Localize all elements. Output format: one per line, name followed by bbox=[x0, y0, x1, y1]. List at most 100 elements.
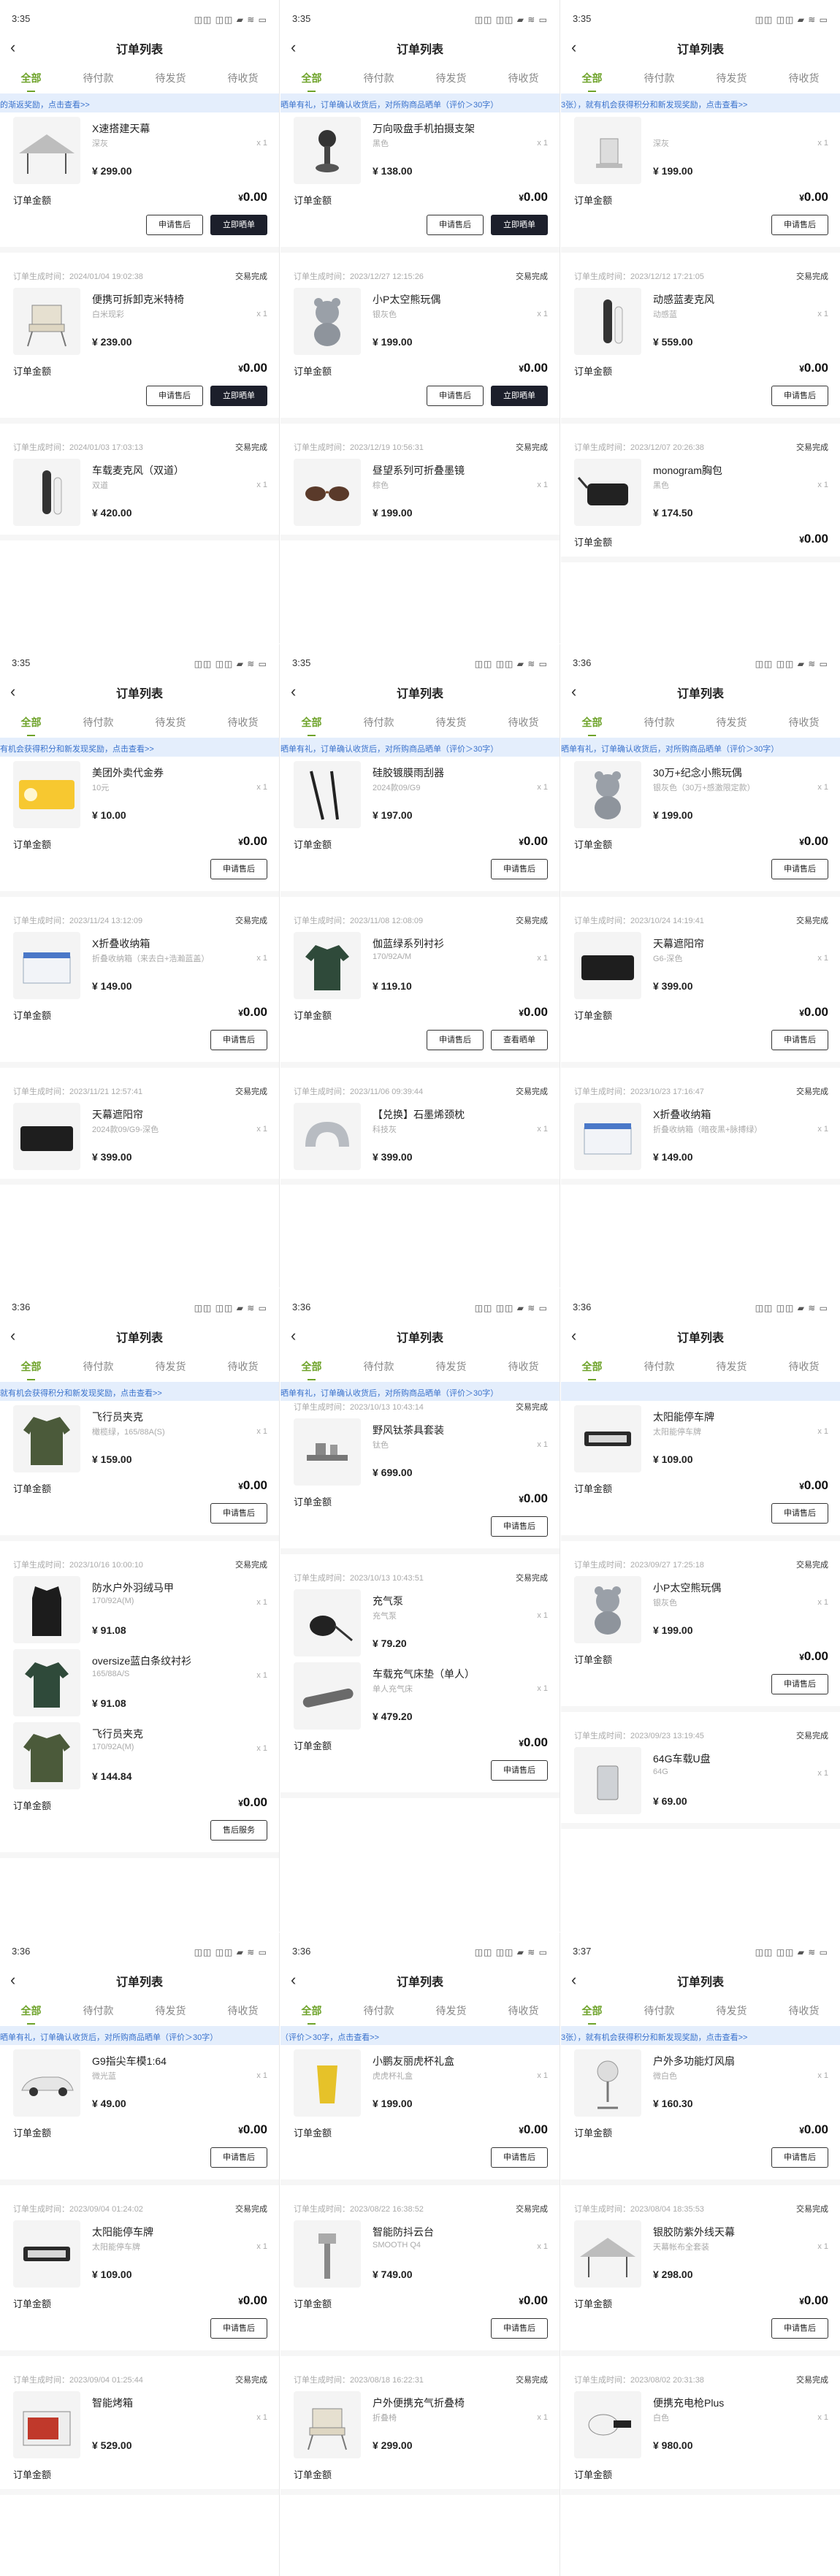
product-image[interactable] bbox=[294, 2049, 361, 2117]
after-sale-button[interactable]: 申请售后 bbox=[210, 2147, 267, 2168]
product-name[interactable]: 太阳能停车牌 bbox=[92, 2225, 153, 2239]
tab-2[interactable]: 待发货 bbox=[436, 708, 467, 736]
product-image[interactable] bbox=[294, 2391, 361, 2458]
tab-2[interactable]: 待发货 bbox=[436, 1353, 467, 1380]
product-name[interactable]: 飞行员夹克 bbox=[92, 1727, 143, 1741]
product-name[interactable]: G9指尖车模1:64 bbox=[92, 2054, 167, 2068]
tab-1[interactable]: 待付款 bbox=[644, 708, 675, 736]
product-name[interactable]: X速搭建天幕 bbox=[92, 121, 150, 136]
after-sale-button[interactable]: 申请售后 bbox=[491, 859, 548, 879]
product-image[interactable] bbox=[574, 117, 641, 184]
product-name[interactable]: 美团外卖代金券 bbox=[92, 765, 164, 780]
product-name[interactable]: 【兑换】石墨烯颈枕 bbox=[373, 1107, 465, 1122]
product-image[interactable] bbox=[13, 932, 80, 999]
tab-3[interactable]: 待收货 bbox=[508, 1353, 539, 1380]
promo-banner[interactable]: 晒单有礼，订单确认收货后，对所购商品晒单（评价＞30字） bbox=[0, 2026, 279, 2045]
tab-3[interactable]: 待收货 bbox=[789, 708, 820, 736]
product-image[interactable] bbox=[13, 1576, 80, 1643]
promo-banner[interactable]: 晒单有礼，订单确认收货后，对所购商品晒单（评价＞30字） bbox=[280, 1382, 560, 1401]
product-name[interactable]: 天幕遮阳帘 bbox=[92, 1107, 143, 1122]
tab-2[interactable]: 待发货 bbox=[717, 64, 747, 92]
after-sale-button[interactable]: 申请售后 bbox=[771, 2318, 828, 2339]
product-image[interactable] bbox=[13, 1649, 80, 1716]
tab-0[interactable]: 全部 bbox=[582, 1997, 603, 2025]
product-name[interactable]: 动感蓝麦克风 bbox=[653, 292, 714, 307]
product-name[interactable]: 智能防抖云台 bbox=[373, 2225, 434, 2239]
product-name[interactable]: 30万+纪念小熊玩偶 bbox=[653, 765, 742, 780]
tab-3[interactable]: 待收货 bbox=[508, 1997, 539, 2025]
product-image[interactable] bbox=[294, 761, 361, 828]
product-name[interactable]: 64G车载U盘 bbox=[653, 1751, 711, 1766]
product-name[interactable]: 伽蓝绿系列衬衫 bbox=[373, 936, 444, 951]
share-order-button[interactable]: 立即晒单 bbox=[210, 386, 267, 406]
promo-banner[interactable]: 3张），就有机会获得积分和新发现奖励，点击查看>> bbox=[561, 2026, 840, 2045]
tab-1[interactable]: 待付款 bbox=[364, 64, 394, 92]
product-image[interactable] bbox=[574, 1103, 641, 1170]
tab-0[interactable]: 全部 bbox=[21, 1997, 42, 2025]
after-sale-button[interactable]: 售后服务 bbox=[210, 1820, 267, 1841]
product-image[interactable] bbox=[574, 1576, 641, 1643]
tab-1[interactable]: 待付款 bbox=[644, 1997, 675, 2025]
product-image[interactable] bbox=[294, 1662, 361, 1730]
after-sale-button[interactable]: 申请售后 bbox=[427, 215, 484, 235]
tab-3[interactable]: 待收货 bbox=[789, 64, 820, 92]
promo-banner[interactable]: 3张），就有机会获得积分和新发现奖励，点击查看>> bbox=[561, 93, 840, 112]
tab-0[interactable]: 全部 bbox=[21, 708, 42, 736]
after-sale-button[interactable]: 申请售后 bbox=[210, 1030, 267, 1050]
product-name[interactable]: 户外多功能灯风扇 bbox=[653, 2054, 735, 2068]
tab-2[interactable]: 待发货 bbox=[717, 1997, 747, 2025]
product-image[interactable] bbox=[294, 2220, 361, 2288]
after-sale-button[interactable]: 申请售后 bbox=[210, 859, 267, 879]
promo-banner[interactable]: 有机会获得积分和新发现奖励，点击查看>> bbox=[0, 738, 279, 757]
tab-3[interactable]: 待收货 bbox=[228, 64, 259, 92]
product-name[interactable]: 车载充气床垫（单人） bbox=[373, 1667, 475, 1681]
tab-1[interactable]: 待付款 bbox=[364, 708, 394, 736]
product-name[interactable]: 充气泵 bbox=[373, 1594, 403, 1608]
tab-0[interactable]: 全部 bbox=[302, 708, 322, 736]
after-sale-button[interactable]: 查看晒单 bbox=[491, 1030, 548, 1050]
after-sale-button[interactable]: 申请售后 bbox=[771, 215, 828, 235]
product-image[interactable] bbox=[574, 761, 641, 828]
tab-2[interactable]: 待发货 bbox=[156, 1997, 186, 2025]
promo-banner[interactable]: 晒单有礼，订单确认收货后，对所购商品晒单（评价＞30字） bbox=[561, 738, 840, 757]
after-sale-button[interactable]: 申请售后 bbox=[491, 1760, 548, 1781]
product-image[interactable] bbox=[294, 1103, 361, 1170]
tab-1[interactable]: 待付款 bbox=[364, 1353, 394, 1380]
product-name[interactable]: 天幕遮阳帘 bbox=[653, 936, 704, 951]
tab-2[interactable]: 待发货 bbox=[717, 708, 747, 736]
product-image[interactable] bbox=[574, 2391, 641, 2458]
product-image[interactable] bbox=[294, 459, 361, 526]
product-name[interactable]: 防水户外羽绒马甲 bbox=[92, 1581, 174, 1595]
product-image[interactable] bbox=[574, 932, 641, 999]
after-sale-button[interactable]: 申请售后 bbox=[771, 1503, 828, 1524]
after-sale-button[interactable]: 申请售后 bbox=[491, 2318, 548, 2339]
product-image[interactable] bbox=[294, 288, 361, 355]
after-sale-button[interactable]: 申请售后 bbox=[427, 386, 484, 406]
product-image[interactable] bbox=[13, 761, 80, 828]
product-image[interactable] bbox=[574, 1405, 641, 1472]
product-image[interactable] bbox=[294, 117, 361, 184]
product-image[interactable] bbox=[294, 1589, 361, 1656]
product-name[interactable]: 太阳能停车牌 bbox=[653, 1410, 714, 1424]
tab-0[interactable]: 全部 bbox=[582, 708, 603, 736]
promo-banner[interactable]: 晒单有礼，订单确认收货后，对所购商品晒单（评价＞30字） bbox=[280, 738, 560, 757]
after-sale-button[interactable]: 申请售后 bbox=[210, 2318, 267, 2339]
after-sale-button[interactable]: 申请售后 bbox=[427, 1030, 484, 1050]
after-sale-button[interactable]: 申请售后 bbox=[491, 1516, 548, 1537]
product-name[interactable]: monogram胸包 bbox=[653, 463, 722, 478]
tab-0[interactable]: 全部 bbox=[302, 1997, 322, 2025]
product-name[interactable]: 便携可拆卸克米特椅 bbox=[92, 292, 184, 307]
product-image[interactable] bbox=[574, 2049, 641, 2117]
product-image[interactable] bbox=[574, 2220, 641, 2288]
tab-2[interactable]: 待发货 bbox=[156, 1353, 186, 1380]
after-sale-button[interactable]: 申请售后 bbox=[210, 1503, 267, 1524]
tab-3[interactable]: 待收货 bbox=[228, 1997, 259, 2025]
after-sale-button[interactable]: 申请售后 bbox=[146, 386, 203, 406]
product-name[interactable]: 硅胶镀膜雨刮器 bbox=[373, 765, 444, 780]
tab-0[interactable]: 全部 bbox=[582, 64, 603, 92]
promo-banner[interactable]: 晒单有礼，订单确认收货后，对所购商品晒单（评价＞30字） bbox=[280, 93, 560, 112]
product-image[interactable] bbox=[574, 288, 641, 355]
product-name[interactable]: 小P太空熊玩偶 bbox=[373, 292, 440, 307]
after-sale-button[interactable]: 申请售后 bbox=[771, 2147, 828, 2168]
share-order-button[interactable]: 立即晒单 bbox=[210, 215, 267, 235]
